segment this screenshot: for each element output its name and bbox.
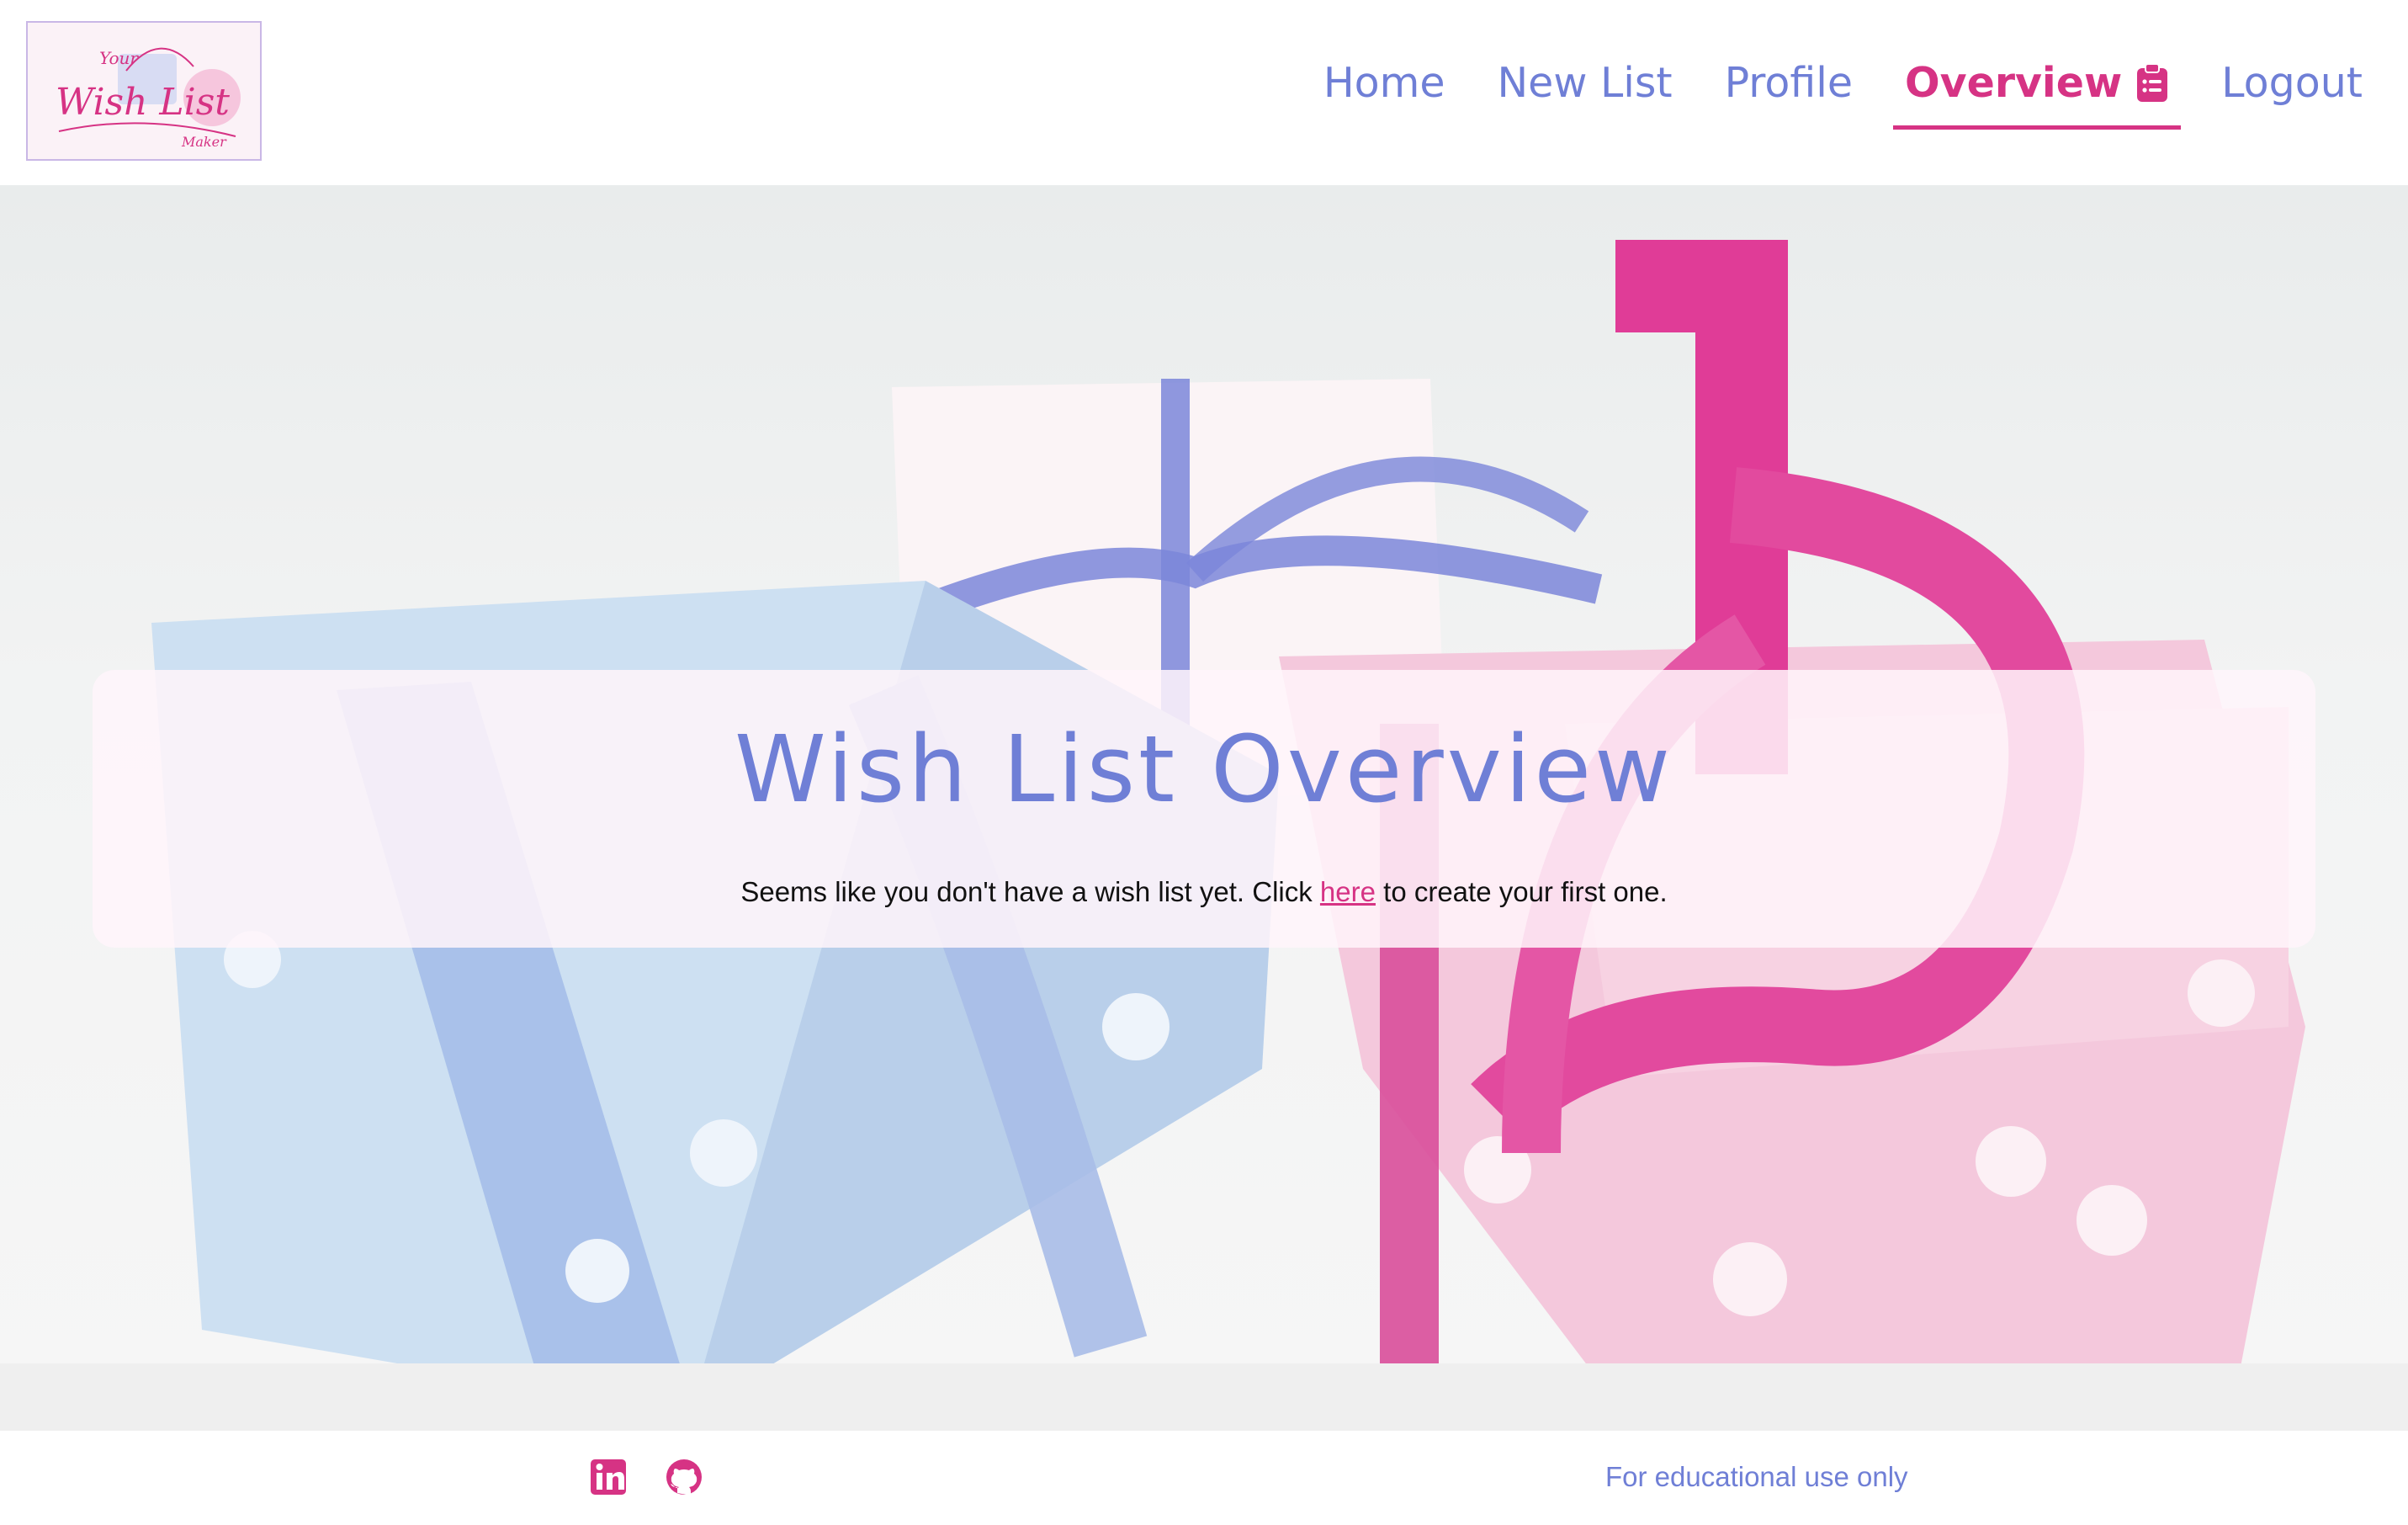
nav-home-label: Home <box>1323 59 1445 107</box>
nav-profile-label: Profile <box>1724 59 1853 107</box>
brand-logo[interactable]: Your Wish List Maker <box>25 20 263 162</box>
empty-message-after: to create your first one. <box>1375 876 1668 907</box>
github-icon <box>666 1459 702 1496</box>
main-nav: Home New List Profile Overview Logout <box>1312 49 2374 141</box>
site-header: Your Wish List Maker Home New List Profi… <box>0 0 2408 185</box>
logo-bottom-text: Maker <box>181 134 227 150</box>
linkedin-icon <box>591 1459 626 1495</box>
empty-message-before: Seems like you don't have a wish list ye… <box>740 876 1320 907</box>
create-list-link[interactable]: here <box>1320 876 1376 907</box>
footer-note: For educational use only <box>1605 1461 1908 1492</box>
nav-new-list[interactable]: New List <box>1486 49 1684 125</box>
gift-wish-list-logo: Your Wish List Maker <box>26 21 262 161</box>
nav-logout[interactable]: Logout <box>2209 49 2374 125</box>
nav-overview[interactable]: Overview <box>1892 49 2182 130</box>
nav-logout-label: Logout <box>2221 59 2363 107</box>
nav-new-list-label: New List <box>1497 59 1673 107</box>
logo-top-text: Your <box>99 48 139 68</box>
empty-state-message: Seems like you don't have a wish list ye… <box>93 876 2315 908</box>
nav-profile[interactable]: Profile <box>1713 49 1864 125</box>
nav-overview-label: Overview <box>1904 59 2123 107</box>
github-link[interactable] <box>665 1456 703 1498</box>
clipboard-list-icon <box>2135 62 2169 104</box>
nav-home[interactable]: Home <box>1312 49 1457 125</box>
site-footer: For educational use only <box>0 1431 2408 1525</box>
overview-card: Wish List Overview Seems like you don't … <box>93 670 2315 948</box>
hero-section: Wish List Overview Seems like you don't … <box>0 185 2408 1431</box>
linkedin-link[interactable] <box>589 1456 628 1498</box>
logo-main-text: Wish List <box>56 81 230 124</box>
social-links <box>589 1456 703 1498</box>
page-title: Wish List Overview <box>734 715 1674 823</box>
